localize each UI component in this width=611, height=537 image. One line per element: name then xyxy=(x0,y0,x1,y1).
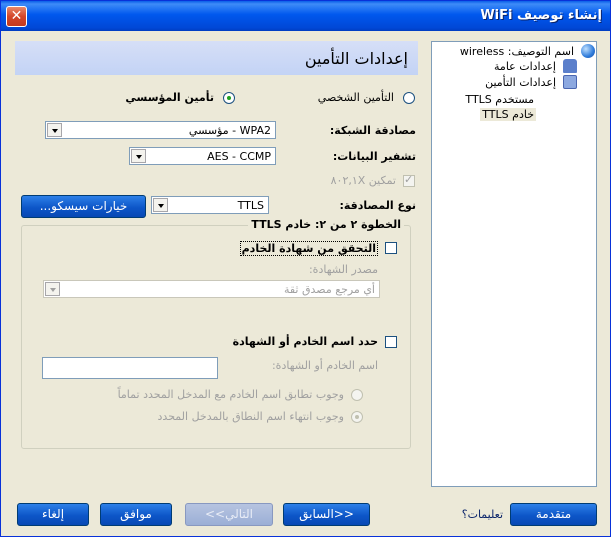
enable-8021x-checkbox[interactable] xyxy=(403,173,415,187)
personal-security-radio[interactable] xyxy=(403,92,415,104)
chevron-down-icon xyxy=(131,149,146,163)
people-icon xyxy=(563,59,577,73)
verify-server-cert-label: التحقق من شهادة الخادم xyxy=(239,241,378,256)
verify-server-cert-checkbox[interactable] xyxy=(385,242,397,254)
personal-security-label: التأمين الشخصي xyxy=(317,91,394,104)
auth-type-label: نوع المصادقة: xyxy=(339,199,416,212)
lock-icon xyxy=(563,75,577,89)
tree-item-general[interactable]: إعدادات عامة xyxy=(494,60,556,73)
tree-item-profile-name[interactable]: اسم التوصيف: wireless xyxy=(460,45,574,58)
domain-end-label: وجوب انتهاء اسم النطاق بالمدخل المحدد xyxy=(157,410,344,423)
step-group-title: الخطوة ٢ من ٢: خادم TTLS xyxy=(248,218,404,231)
enterprise-security-label: تأمين المؤسسي xyxy=(125,91,214,104)
window-title: إنشاء توصيف WiFi xyxy=(480,8,602,23)
auth-type-value: TTLS xyxy=(237,199,264,212)
cert-source-select[interactable]: أي مرجع مصدق ثقة xyxy=(43,280,380,298)
network-auth-value: WPA2 - مؤسسي xyxy=(188,124,271,137)
page-header: إعدادات التأمين xyxy=(15,41,418,75)
cert-source-value: أي مرجع مصدق ثقة xyxy=(283,283,375,296)
next-button[interactable]: التالي>> xyxy=(185,503,273,526)
tree-item-ttls-user[interactable]: مستخدم TTLS xyxy=(465,93,534,106)
enterprise-security-radio[interactable] xyxy=(223,92,235,104)
data-encryption-value: AES - CCMP xyxy=(207,150,271,163)
network-auth-label: مصادقة الشبكة: xyxy=(329,124,416,137)
domain-end-radio[interactable] xyxy=(351,411,363,423)
advanced-button[interactable]: متقدمة xyxy=(510,503,597,526)
chevron-down-icon xyxy=(45,282,60,296)
wifi-profile-window: إنشاء توصيف WiFi ✕ إعدادات التأمين التأم… xyxy=(0,0,611,537)
data-encryption-select[interactable]: AES - CCMP xyxy=(129,147,276,165)
enable-8021x-label: تمكين ٨٠٢,١X xyxy=(330,174,396,187)
ok-button[interactable]: موافق xyxy=(100,503,172,526)
cisco-options-button[interactable]: خيارات سيسكو... xyxy=(21,195,146,218)
cert-source-label: مصدر الشهادة: xyxy=(308,263,378,276)
server-name-input[interactable] xyxy=(42,357,218,379)
specify-server-label: حدد اسم الخادم أو الشهادة xyxy=(232,335,378,348)
page-title: إعدادات التأمين xyxy=(304,49,408,68)
server-name-label: اسم الخادم أو الشهادة: xyxy=(271,359,378,372)
title-bar: إنشاء توصيف WiFi ✕ xyxy=(1,1,610,31)
match-exact-radio[interactable] xyxy=(351,389,363,401)
back-button[interactable]: <<السابق xyxy=(283,503,370,526)
close-button[interactable]: ✕ xyxy=(6,6,27,27)
match-exact-label: وجوب تطابق اسم الخادم مع المدخل المحدد ت… xyxy=(117,388,344,401)
data-encryption-label: تشفير البيانات: xyxy=(332,150,416,163)
tree-item-ttls-server[interactable]: خادم TTLS xyxy=(480,108,536,121)
globe-icon xyxy=(581,44,595,58)
chevron-down-icon xyxy=(153,198,168,212)
network-auth-select[interactable]: WPA2 - مؤسسي xyxy=(45,121,276,139)
specify-server-checkbox[interactable] xyxy=(385,336,397,348)
cancel-button[interactable]: إلغاء xyxy=(17,503,89,526)
help-link[interactable]: تعليمات؟ xyxy=(462,508,503,521)
auth-type-select[interactable]: TTLS xyxy=(151,196,269,214)
tree-item-security[interactable]: إعدادات التأمين xyxy=(485,76,556,89)
chevron-down-icon xyxy=(47,123,62,137)
